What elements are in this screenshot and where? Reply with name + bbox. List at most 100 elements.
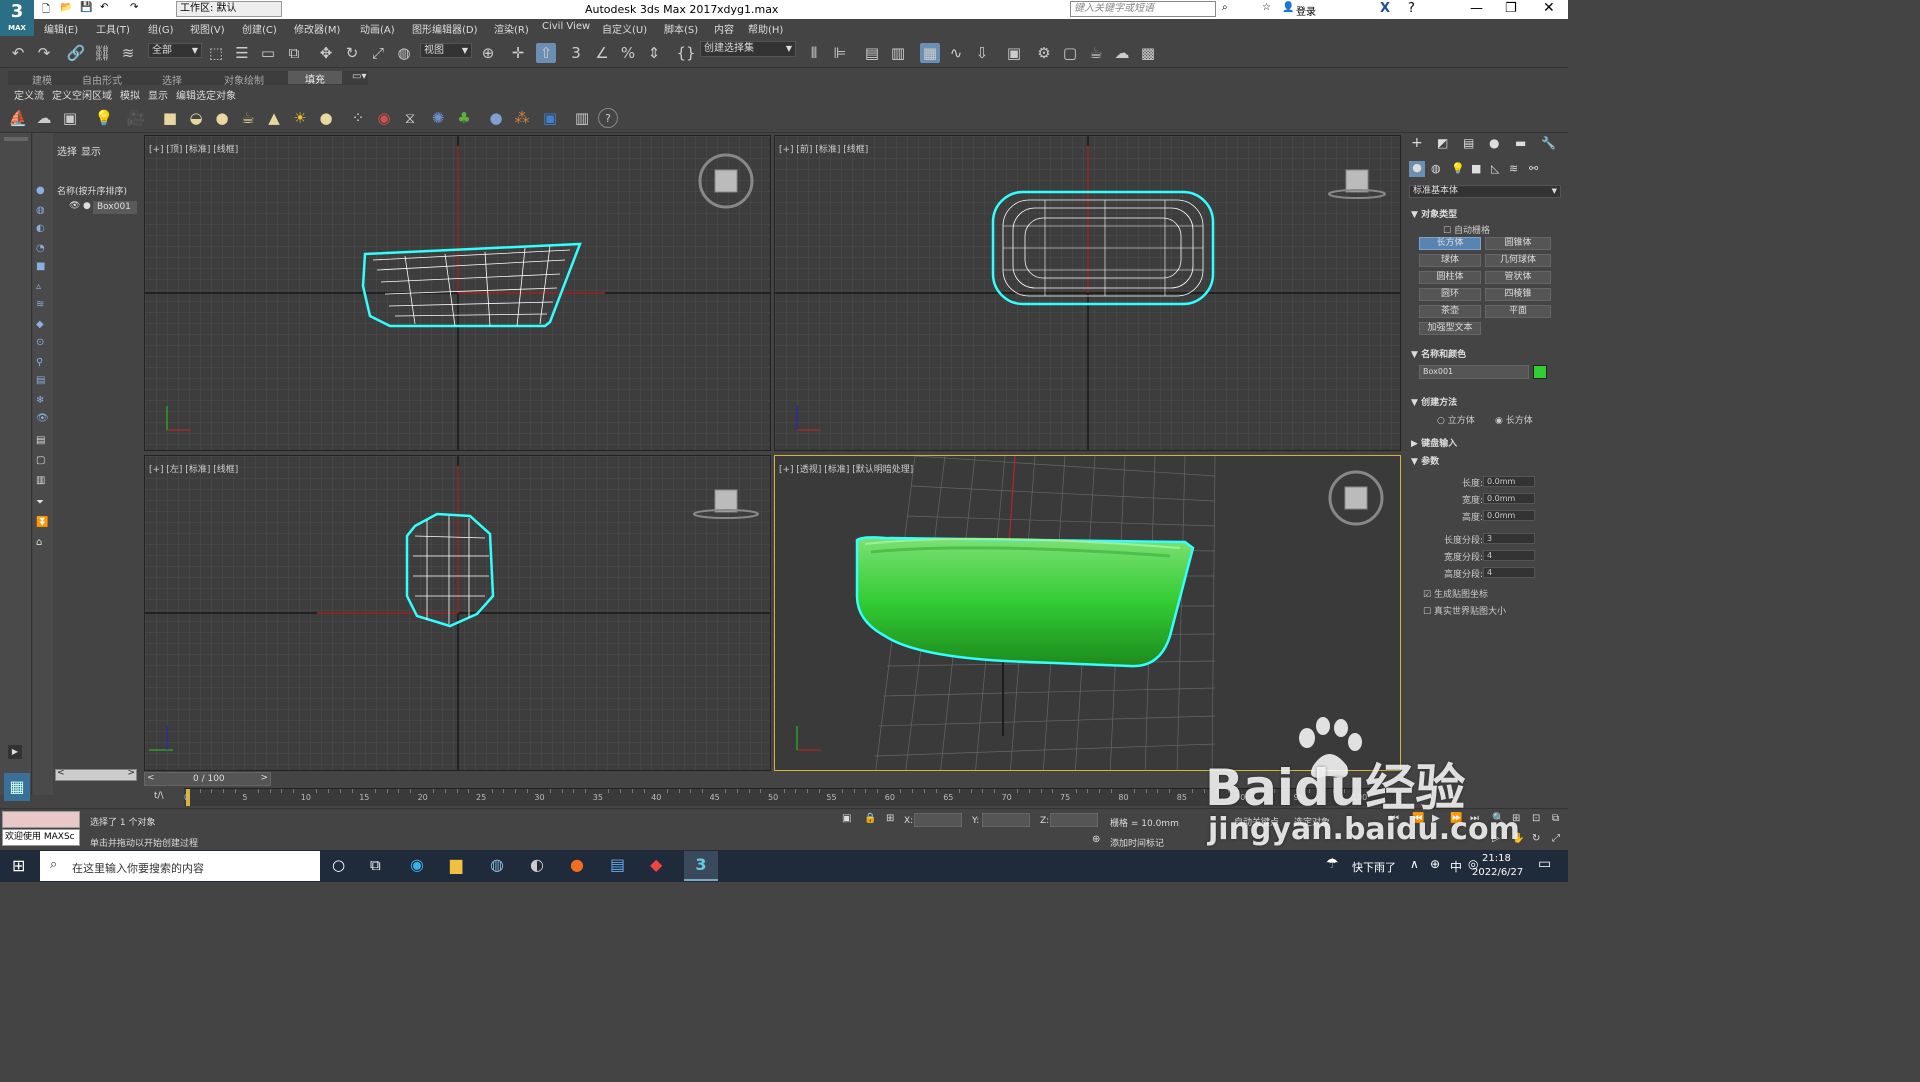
cube-radio[interactable]: ○ 立方体: [1437, 413, 1475, 426]
rollout-object-type[interactable]: ▼ 对象类型: [1411, 207, 1457, 220]
dynamics-icon[interactable]: ◉: [374, 108, 394, 128]
login-link[interactable]: 登录: [1296, 3, 1316, 18]
viewport-left[interactable]: [+] [左] [标准] [线框]: [144, 455, 771, 771]
simulate-icon[interactable]: ▣: [60, 108, 80, 128]
eye-icon[interactable]: 👁: [69, 201, 80, 211]
scene-hscrollbar[interactable]: < >: [55, 768, 137, 781]
plant-icon[interactable]: ♣: [454, 108, 474, 128]
weather-icon[interactable]: ☂: [1326, 856, 1339, 872]
open-file-icon[interactable]: 📂: [60, 2, 72, 13]
undo-title-icon[interactable]: ↶: [100, 2, 108, 13]
teapot-button[interactable]: 茶壶: [1419, 305, 1481, 318]
bind-spacewarp-icon[interactable]: ≋: [118, 43, 138, 63]
shapes-category-icon[interactable]: ◍: [1431, 162, 1441, 175]
flow-icon[interactable]: ⛵: [8, 108, 28, 128]
cameras-category-icon[interactable]: ■: [1471, 162, 1481, 175]
cortana-icon[interactable]: ○: [332, 856, 345, 874]
helpers-category-icon[interactable]: ◺: [1491, 162, 1499, 175]
invert-display-icon[interactable]: ▥: [36, 475, 45, 486]
scene-list-header[interactable]: 名称(按升序排序): [57, 184, 127, 197]
zoom-extents-all-icon[interactable]: ⧉: [1552, 813, 1559, 824]
rollout-keyboard-entry[interactable]: ▶ 键盘输入: [1411, 436, 1457, 449]
box-button[interactable]: 长方体: [1419, 237, 1481, 250]
file-explorer-icon[interactable]: ▆: [450, 855, 462, 874]
expand-arrow-icon[interactable]: ▶: [8, 745, 22, 759]
help-icon[interactable]: ?: [1408, 1, 1415, 16]
ribbon-subtab-simulate[interactable]: 模拟: [120, 87, 140, 102]
menu-graph-editors[interactable]: 图形编辑器(D): [412, 21, 478, 36]
edge-icon[interactable]: ◉: [410, 855, 424, 874]
material-ball-icon[interactable]: ●: [486, 108, 506, 128]
width-segs-spinner[interactable]: 4: [1483, 550, 1535, 561]
z-coord-field[interactable]: [1050, 813, 1098, 827]
height-segs-spinner[interactable]: 4: [1483, 567, 1535, 578]
select-manipulate-icon[interactable]: ✛: [508, 43, 528, 63]
placement-icon[interactable]: ◍: [394, 43, 414, 63]
menu-civil-view[interactable]: Civil View: [542, 21, 590, 32]
light-bulb-icon[interactable]: 💡: [94, 108, 114, 128]
geometry-category-icon[interactable]: ●: [1409, 161, 1425, 177]
notes-icon[interactable]: ▤: [610, 855, 625, 874]
viewcube-icon[interactable]: [691, 486, 761, 526]
object-color-swatch[interactable]: [1533, 365, 1547, 379]
snap-toggle-icon[interactable]: 3: [566, 43, 586, 63]
systems-category-icon[interactable]: ⚯: [1529, 162, 1538, 175]
shapes-filter-icon[interactable]: ◐: [36, 223, 45, 234]
viewcube-icon[interactable]: [696, 151, 756, 211]
gen-mapping-checkbox[interactable]: ☑ 生成贴图坐标: [1423, 587, 1488, 600]
render-setup-icon[interactable]: ⚙: [1034, 43, 1054, 63]
chevron-left-icon[interactable]: <: [147, 773, 155, 783]
real-world-map-checkbox[interactable]: ☐ 真实世界贴图大小: [1423, 604, 1506, 617]
reference-coord-dropdown[interactable]: 视图 ▼: [420, 43, 472, 58]
freeze-dot-icon[interactable]: ●: [83, 201, 91, 211]
maximize-icon[interactable]: ❐: [1505, 1, 1517, 16]
windows-start-icon[interactable]: ⊞: [12, 856, 25, 875]
display-tab-icon[interactable]: ▬: [1515, 136, 1526, 150]
cloth-icon[interactable]: ⧖: [400, 108, 420, 128]
ribbon-subtab-define-flows[interactable]: 定义流: [14, 87, 44, 102]
menu-group[interactable]: 组(G): [148, 21, 174, 36]
chevron-left-icon[interactable]: <: [57, 768, 65, 778]
render-region-icon[interactable]: ▣: [540, 108, 560, 128]
display-all-icon[interactable]: ▤: [36, 435, 45, 446]
time-slider[interactable]: < 0 / 100 >: [144, 772, 271, 786]
user-icon[interactable]: 👤: [1282, 2, 1294, 13]
torus-button[interactable]: 圆环: [1419, 288, 1481, 301]
frozen-filter-icon[interactable]: ❄: [36, 395, 44, 406]
xrefs-filter-icon[interactable]: ⊙: [36, 337, 44, 348]
curve-editor-icon[interactable]: ∿: [946, 43, 966, 63]
bones-filter-icon[interactable]: ⚲: [36, 357, 43, 368]
viewcube-icon[interactable]: [1326, 468, 1386, 528]
rendered-frame-icon[interactable]: ▢: [1060, 43, 1080, 63]
redo-icon[interactable]: ↷: [34, 43, 54, 63]
menu-customize[interactable]: 自定义(U): [602, 21, 647, 36]
menu-rendering[interactable]: 渲染(R): [494, 21, 529, 36]
ribbon-subtab-idle-areas[interactable]: 定义空闲区域: [52, 87, 112, 102]
menu-scripting[interactable]: 脚本(S): [664, 21, 698, 36]
spinner-snap-icon[interactable]: ⇕: [644, 43, 664, 63]
chevron-right-icon[interactable]: >: [260, 773, 268, 783]
transform-mode-icon[interactable]: ⊞: [886, 813, 894, 824]
schematic-view-icon[interactable]: ⇩: [972, 43, 992, 63]
star-icon[interactable]: ☆: [1262, 2, 1271, 13]
menu-edit[interactable]: 编辑(E): [44, 21, 78, 36]
percent-snap-icon[interactable]: %: [618, 43, 638, 63]
menu-create[interactable]: 创建(C): [242, 21, 277, 36]
lights-category-icon[interactable]: 💡: [1451, 162, 1465, 175]
ribbon-subtab-edit-selected[interactable]: 编辑选定对象: [176, 87, 236, 102]
isolate-icon[interactable]: ▣: [842, 813, 851, 824]
manual-icon[interactable]: ▥: [572, 108, 592, 128]
select-by-name-icon[interactable]: ☰: [232, 43, 252, 63]
maxscript-listener[interactable]: [2, 811, 80, 828]
app-icon-1[interactable]: ◍: [490, 855, 504, 874]
minimize-icon[interactable]: —: [1470, 1, 1483, 16]
menu-modifiers[interactable]: 修改器(M): [294, 21, 340, 36]
scene-explorer-icon[interactable]: ▥: [888, 43, 908, 63]
menu-help[interactable]: 帮助(H): [748, 21, 783, 36]
ribbon-tab-freeform[interactable]: 自由形式: [82, 72, 122, 87]
material-editor-icon[interactable]: ▣: [1004, 43, 1024, 63]
viewport-top[interactable]: [+] [顶] [标准] [线框]: [144, 135, 771, 451]
rollout-creation-method[interactable]: ▼ 创建方法: [1411, 395, 1457, 408]
modify-tab-icon[interactable]: ◩: [1437, 136, 1448, 150]
edit-named-sel-icon[interactable]: {}: [676, 43, 696, 63]
